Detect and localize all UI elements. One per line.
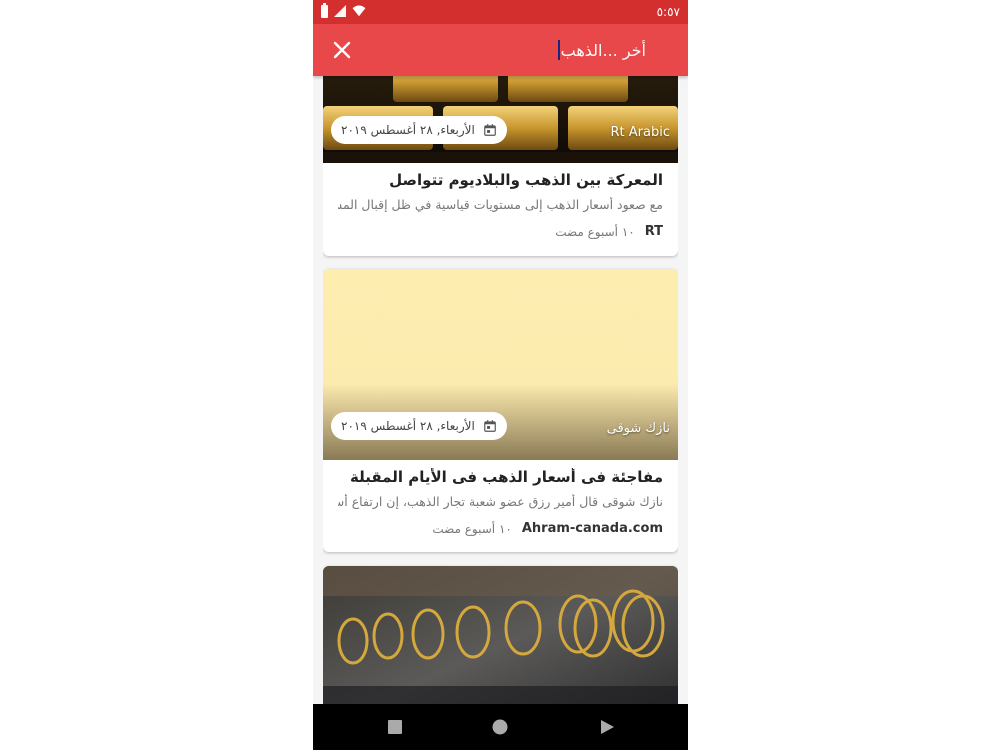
- wifi-icon: [352, 5, 366, 17]
- article-headline[interactable]: المعركة بين الذهب والبلاديوم تتواصل: [338, 171, 663, 189]
- article-image: [323, 566, 678, 704]
- article-image: الأربعاء, ٢٨ أغسطس ٢٠١٩ Rt Arabic: [323, 76, 678, 163]
- search-app-bar: أخر ... الذهب: [313, 24, 688, 76]
- image-source-label: نازك شوقى: [606, 421, 670, 436]
- search-input[interactable]: الذهب: [561, 41, 603, 60]
- search-field[interactable]: أخر ... الذهب: [557, 36, 672, 64]
- image-source-label: Rt Arabic: [610, 125, 670, 140]
- article-date: الأربعاء, ٢٨ أغسطس ٢٠١٩: [341, 419, 475, 433]
- gold-bracelets-image: [323, 566, 678, 704]
- close-icon[interactable]: [330, 38, 354, 62]
- article-age: ١٠ أسبوع مضت: [432, 521, 512, 536]
- status-time: ٥:٥٧: [656, 5, 680, 19]
- article-age: ١٠ أسبوع مضت: [555, 224, 635, 239]
- article-date: الأربعاء, ٢٨ أغسطس ٢٠١٩: [341, 123, 475, 137]
- news-card[interactable]: الأربعاء, ٢٨ أغسطس ٢٠١٩ Rt Arabic المعرك…: [323, 76, 678, 256]
- news-card[interactable]: الأربعاء, ٢٨ أغسطس ٢٠١٩ نازك شوقى مفاجئة…: [323, 269, 678, 552]
- article-snippet: مع صعود أسعار الذهب إلى مستويات قياسية ف…: [338, 197, 663, 212]
- text-caret: [557, 40, 560, 60]
- recents-icon[interactable]: [385, 717, 405, 737]
- battery-icon: [321, 2, 328, 18]
- article-snippet: نازك شوقى قال أمير رزق عضو شعبة تجار الذ…: [338, 494, 663, 509]
- news-feed[interactable]: الأربعاء, ٢٨ أغسطس ٢٠١٩ Rt Arabic المعرك…: [323, 76, 678, 704]
- system-nav-bar: [313, 704, 688, 750]
- news-card[interactable]: [323, 566, 678, 704]
- date-badge: الأربعاء, ٢٨ أغسطس ٢٠١٩: [331, 116, 507, 144]
- article-source: RT: [644, 224, 663, 239]
- calendar-icon: [483, 420, 496, 432]
- signal-icon: [334, 5, 346, 17]
- article-source: Ahram-canada.com: [521, 521, 663, 536]
- article-headline[interactable]: مفاجئة فى أسعار الذهب فى الأيام المقبلة: [338, 468, 663, 486]
- article-image: الأربعاء, ٢٨ أغسطس ٢٠١٩ نازك شوقى: [323, 269, 678, 460]
- search-hint: أخر ...: [602, 40, 646, 60]
- status-bar: ٥:٥٧: [313, 0, 688, 24]
- back-icon[interactable]: [597, 717, 617, 737]
- date-badge: الأربعاء, ٢٨ أغسطس ٢٠١٩: [331, 412, 507, 440]
- phone-screen: ٥:٥٧ أخر ... الذهب الأربعاء, ٢٨ أغسطس ٢٠…: [313, 0, 688, 750]
- calendar-icon: [483, 124, 496, 136]
- home-icon[interactable]: [490, 717, 510, 737]
